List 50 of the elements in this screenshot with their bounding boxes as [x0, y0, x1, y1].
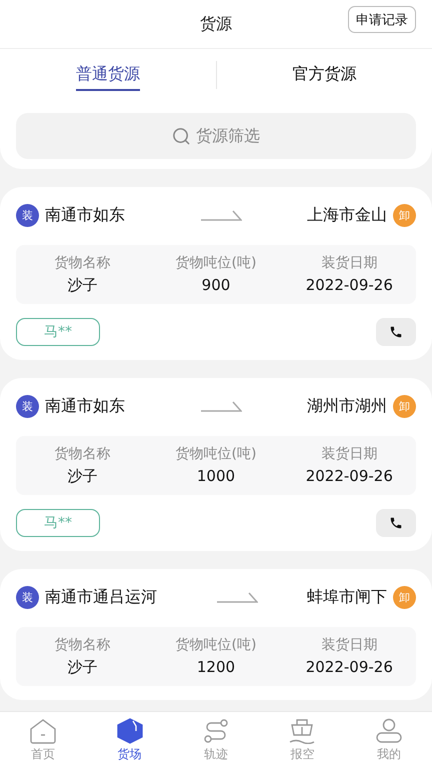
destination-city: 湖州市湖州 — [307, 396, 387, 416]
info-label: 装货日期 — [321, 445, 378, 463]
search-placeholder: 货源筛选 — [196, 126, 260, 146]
ship-icon — [288, 718, 316, 744]
phone-icon — [389, 516, 403, 530]
load-badge: 装 — [16, 204, 39, 226]
call-button[interactable] — [376, 509, 416, 537]
destination-city: 蚌埠市闸下 — [307, 586, 387, 608]
tab[interactable]: 官方货源 — [292, 60, 356, 90]
application-records-button[interactable]: 申请记录 — [348, 6, 416, 33]
origin-city: 南通市通吕运河 — [45, 586, 157, 608]
search-field[interactable]: 货源筛选 — [16, 113, 416, 159]
info-label: 货物名称 — [54, 445, 111, 463]
info-label: 装货日期 — [321, 254, 378, 272]
info-value: 2022-09-26 — [306, 467, 393, 485]
cargo-card[interactable]: 装 南通市如东 上海市金山 卸 货物名称 沙子 货物吨位(吨) 900 装货日期 2022-09-26 马** — [0, 187, 432, 360]
info-value: 沙子 — [68, 467, 98, 486]
info-value: 沙子 — [68, 276, 98, 295]
unload-badge: 卸 — [393, 394, 416, 418]
origin-city: 南通市如东 — [45, 396, 125, 416]
cargo-card[interactable]: 装 南通市如东 湖州市湖州 卸 货物名称 沙子 货物吨位(吨) 1000 装货日期 2022-09-26 马** — [0, 378, 432, 551]
info-value: 1000 — [196, 467, 236, 485]
origin-city: 南通市如东 — [45, 204, 125, 226]
user-icon — [374, 718, 403, 744]
box-icon — [116, 718, 144, 744]
load-badge: 装 — [16, 586, 39, 608]
info-label: 货物吨位(吨) — [176, 636, 256, 654]
info-value: 900 — [202, 276, 230, 294]
cargo-card[interactable]: 装 南通市通吕运河 蚌埠市闸下 卸 货物名称 沙子 货物吨位(吨) 1200 装货日期 2022-09-26 — [0, 569, 432, 700]
unload-badge: 卸 — [393, 586, 416, 608]
info-label: 货物吨位(吨) — [176, 445, 256, 463]
destination-city: 上海市金山 — [307, 204, 387, 226]
nav-tab[interactable]: 货场 — [86, 712, 173, 768]
phone-icon — [389, 325, 403, 339]
info-value: 1200 — [196, 658, 236, 676]
info-label: 货物名称 — [54, 254, 111, 272]
unload-badge: 卸 — [393, 204, 416, 226]
info-value: 2022-09-26 — [306, 276, 393, 294]
info-label: 货物吨位(吨) — [176, 254, 256, 272]
page-title: 货源 — [200, 14, 232, 34]
info-value: 2022-09-26 — [306, 658, 393, 676]
info-label: 装货日期 — [321, 636, 378, 654]
route-icon — [202, 718, 230, 744]
info-label: 货物名称 — [54, 636, 111, 654]
load-badge: 装 — [16, 394, 39, 418]
info-value: 沙子 — [68, 658, 98, 677]
call-button[interactable] — [376, 318, 416, 346]
tab[interactable]: 普通货源 — [76, 60, 140, 90]
house-icon — [29, 718, 58, 744]
search-icon — [172, 126, 191, 146]
